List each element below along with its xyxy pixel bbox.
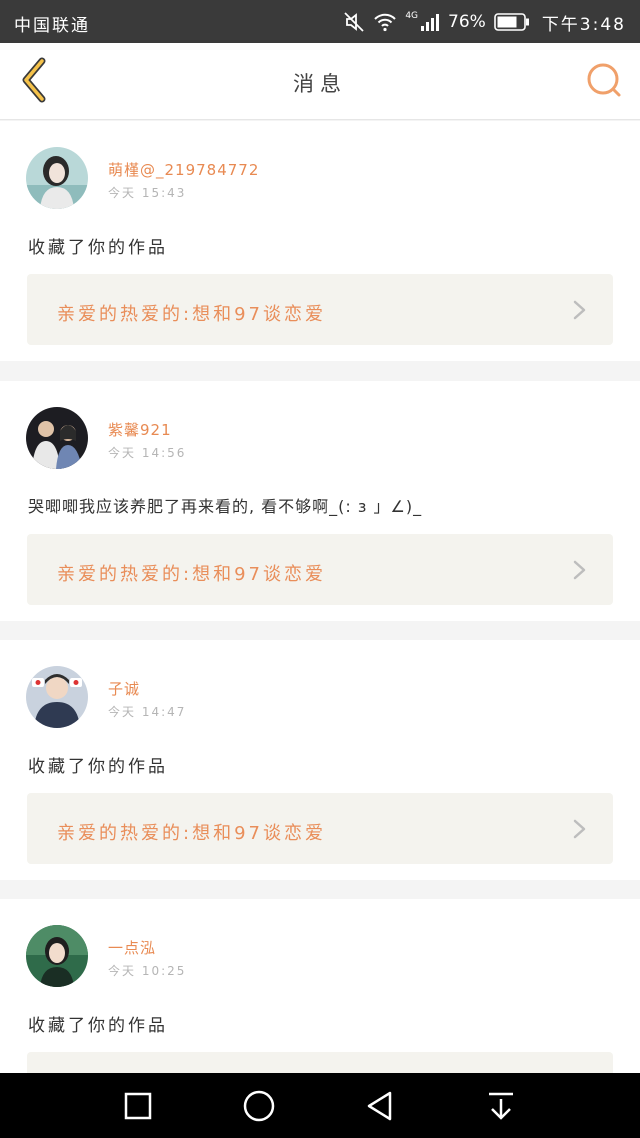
chevron-right-icon — [573, 819, 586, 839]
avatar[interactable] — [26, 407, 88, 469]
carrier-name: 中国联通 — [14, 16, 90, 36]
message-time: 今天 14:47 — [108, 705, 187, 719]
username[interactable]: 萌槿@_219784772 — [108, 159, 259, 180]
username[interactable]: 子诚 — [108, 678, 140, 699]
work-link[interactable]: 亲爱的热爱的:想和97谈恋爱 — [27, 793, 613, 864]
work-link[interactable]: 亲爱的热爱的:想和97谈恋爱 — [27, 534, 613, 605]
message-card: 子诚 今天 14:47 收藏了你的作品 亲爱的热爱的:想和97谈恋爱 — [0, 640, 640, 880]
message-time: 今天 14:56 — [108, 446, 187, 460]
mute-icon — [343, 11, 365, 33]
notification-pull-icon — [489, 1092, 513, 1120]
message-text: 哭唧唧我应该养肥了再来看的, 看不够啊_(: з 」∠)_ — [28, 497, 423, 516]
username[interactable]: 一点泓 — [108, 937, 156, 958]
message-text: 收藏了你的作品 — [28, 757, 168, 777]
avatar[interactable] — [26, 925, 88, 987]
network-type: 4G — [405, 11, 419, 21]
work-title: 亲爱的热爱的:想和97谈恋爱 — [57, 564, 326, 585]
search-button[interactable] — [584, 59, 626, 101]
work-link[interactable]: 亲爱的热爱的:想和97谈恋爱 — [27, 274, 613, 345]
message-time: 今天 10:25 — [108, 964, 187, 978]
page-title: 消息 — [293, 72, 347, 96]
recents-button[interactable] — [119, 1087, 157, 1125]
status-bar: 中国联通 4G 76% 下午3:48 — [0, 0, 640, 43]
avatar[interactable] — [26, 666, 88, 728]
search-icon — [587, 63, 621, 97]
chevron-right-icon — [573, 560, 586, 580]
message-card: 萌槿@_219784772 今天 15:43 收藏了你的作品 亲爱的热爱的:想和… — [0, 121, 640, 361]
wifi-icon — [373, 12, 397, 32]
nav-back-button[interactable] — [361, 1087, 399, 1125]
home-button[interactable] — [240, 1087, 278, 1125]
work-title: 亲爱的热爱的:想和97谈恋爱 — [57, 304, 326, 325]
notification-button[interactable] — [482, 1087, 520, 1125]
work-link[interactable] — [27, 1052, 613, 1073]
message-text: 收藏了你的作品 — [28, 1016, 168, 1036]
message-time: 今天 15:43 — [108, 186, 187, 200]
message-card: 一点泓 今天 10:25 收藏了你的作品 — [0, 899, 640, 1073]
top-bar: 消息 — [0, 43, 640, 120]
username[interactable]: 紫馨921 — [108, 419, 172, 440]
avatar[interactable] — [26, 147, 88, 209]
navigation-bar — [0, 1073, 640, 1138]
chevron-right-icon — [573, 300, 586, 320]
work-title: 亲爱的热爱的:想和97谈恋爱 — [57, 823, 326, 844]
recents-square-icon — [124, 1092, 152, 1120]
message-card: 紫馨921 今天 14:56 哭唧唧我应该养肥了再来看的, 看不够啊_(: з … — [0, 381, 640, 621]
home-circle-icon — [243, 1090, 275, 1122]
back-triangle-icon — [367, 1091, 392, 1121]
signal-icon — [420, 12, 440, 32]
battery-percent: 76% — [448, 12, 486, 32]
battery-icon — [494, 13, 530, 31]
status-indicators: 4G 76% 下午3:48 — [343, 9, 626, 35]
clock: 下午3:48 — [541, 14, 626, 35]
message-text: 收藏了你的作品 — [28, 238, 168, 258]
